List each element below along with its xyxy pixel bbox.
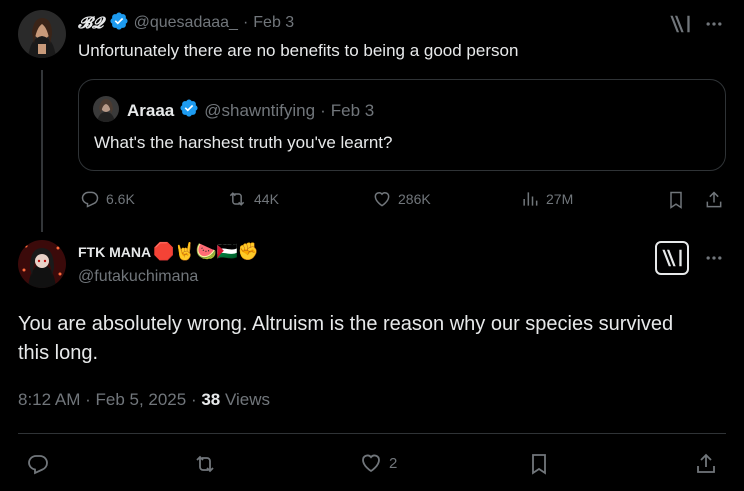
verified-icon <box>109 11 129 36</box>
verified-icon <box>179 98 199 123</box>
repost-button[interactable] <box>191 451 219 477</box>
quoted-header: Araaa @shawntifying · Feb 3 <box>127 98 374 123</box>
reply-meta: 8:12 AM · Feb 5, 2025 · 38 Views <box>18 390 270 410</box>
grok-icon[interactable] <box>655 241 689 275</box>
reply-button[interactable]: 6.6K <box>80 189 135 209</box>
reply-tweet-text: You are absolutely wrong. Altruism is th… <box>18 313 674 364</box>
like-count: 286K <box>398 191 431 207</box>
views-count: 27M <box>546 191 574 207</box>
reply-button[interactable] <box>25 451 51 477</box>
grok-icon[interactable] <box>668 12 692 36</box>
original-date[interactable]: Feb 3 <box>253 14 294 32</box>
reply-views-label: Views <box>220 390 271 409</box>
repost-count: 44K <box>254 191 279 207</box>
original-display-name[interactable]: 𝓑𝓠 <box>78 13 104 33</box>
repost-icon <box>196 455 214 473</box>
separator-dot: · <box>320 100 326 120</box>
quoted-date: Feb 3 <box>330 100 375 120</box>
separator-dot: · <box>242 14 249 31</box>
like-button[interactable]: 2 <box>359 451 397 475</box>
original-tweet-text: Unfortunately there are no benefits to b… <box>78 41 519 60</box>
quoted-tweet-card[interactable]: Araaa @shawntifying · Feb 3 What's the h… <box>78 79 726 171</box>
reply-count: 6.6K <box>106 191 135 207</box>
more-icon[interactable] <box>702 246 726 270</box>
like-count: 2 <box>389 454 398 472</box>
reply-icon <box>81 191 99 208</box>
more-icon[interactable] <box>702 12 726 36</box>
reply-icon <box>28 455 48 475</box>
bookmark-icon[interactable] <box>665 189 687 211</box>
reply-views-count: 38 <box>201 390 221 409</box>
like-icon <box>374 192 390 207</box>
action-divider <box>18 433 726 434</box>
quoted-handle: @shawntifying <box>204 100 316 120</box>
views-icon <box>523 192 538 206</box>
original-header: 𝓑𝓠 @quesadaaa_ · Feb 3 <box>78 11 294 36</box>
original-handle[interactable]: @quesadaaa_ <box>134 14 238 32</box>
share-icon[interactable] <box>703 189 725 211</box>
bookmark-icon[interactable] <box>526 451 552 477</box>
repost-icon <box>229 192 245 206</box>
reply-author-avatar[interactable] <box>18 240 66 288</box>
views-button[interactable]: 27M <box>520 189 573 209</box>
share-icon[interactable] <box>693 451 719 477</box>
like-button[interactable]: 286K <box>372 189 431 209</box>
repost-button[interactable]: 44K <box>226 189 279 209</box>
reply-handle[interactable]: @futakuchimana <box>78 268 198 286</box>
quoted-display-name: Araaa <box>127 100 175 120</box>
reply-timestamp[interactable]: 8:12 AM · Feb 5, 2025 · <box>18 390 201 409</box>
reply-header: FTK MANA 🛑🤘🍉🇵🇸✊ <box>78 242 259 262</box>
thread-connector-line <box>41 70 43 232</box>
reply-display-name[interactable]: FTK MANA <box>78 244 151 260</box>
quoted-author-avatar <box>93 96 119 122</box>
original-author-avatar[interactable] <box>18 10 66 58</box>
like-icon <box>362 454 380 473</box>
reply-name-emojis: 🛑🤘🍉🇵🇸✊ <box>153 242 259 261</box>
quoted-tweet-text: What's the harshest truth you've learnt? <box>94 133 393 152</box>
